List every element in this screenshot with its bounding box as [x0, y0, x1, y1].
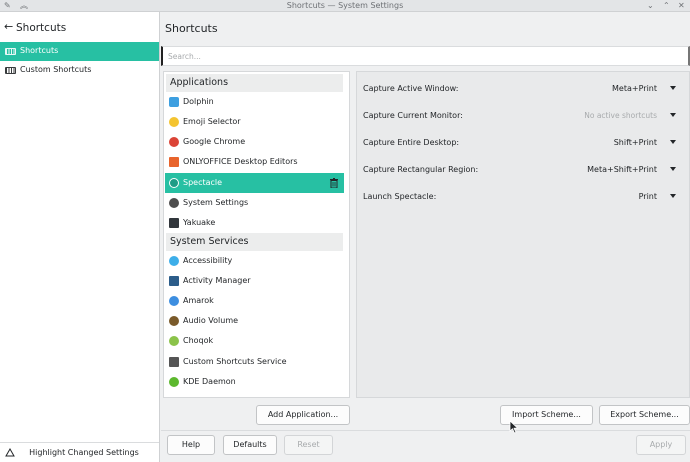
- sidebar-item-label: Custom Shortcuts: [20, 65, 92, 74]
- apply-button[interactable]: Apply: [636, 435, 686, 455]
- list-item-kde-daemon[interactable]: KDE Daemon: [165, 372, 344, 392]
- list-item-dolphin[interactable]: Dolphin: [165, 92, 344, 112]
- chrome-icon: [169, 137, 179, 147]
- shortcut-label: Capture Entire Desktop:: [363, 138, 460, 147]
- keyboard-icon: [169, 357, 179, 367]
- list-item-label: Accessibility: [183, 256, 233, 265]
- defaults-button[interactable]: Defaults: [223, 435, 277, 455]
- search-input[interactable]: [161, 46, 690, 66]
- add-application-button[interactable]: Add Application...: [256, 405, 350, 425]
- sidebar-item-shortcuts[interactable]: Shortcuts: [0, 42, 159, 61]
- emoji-icon: [169, 117, 179, 127]
- list-item-label: Custom Shortcuts Service: [183, 357, 287, 366]
- list-item-audio-volume[interactable]: Audio Volume: [165, 311, 344, 331]
- list-item-amarok[interactable]: Amarok: [165, 291, 344, 311]
- list-item-yakuake[interactable]: Yakuake: [165, 213, 344, 233]
- sidebar-header: ← Shortcuts: [0, 12, 159, 42]
- list-item-label: ONLYOFFICE Desktop Editors: [183, 157, 298, 166]
- list-item-label: KDE Daemon: [183, 377, 236, 386]
- window-title: Shortcuts — System Settings: [286, 1, 404, 10]
- list-item-custom-shortcuts-service[interactable]: Custom Shortcuts Service: [165, 352, 344, 372]
- chevron-down-icon[interactable]: [670, 86, 676, 90]
- back-arrow-icon[interactable]: ←: [4, 20, 13, 33]
- choqok-icon: [169, 336, 179, 346]
- chevron-down-icon[interactable]: [670, 167, 676, 171]
- spectacle-icon: [169, 178, 179, 188]
- list-item-label: Google Chrome: [183, 137, 246, 146]
- window-titlebar: ✎ ︽ Shortcuts — System Settings ⌄ ⌃ ✕: [0, 0, 690, 12]
- shortcut-label: Capture Active Window:: [363, 84, 459, 93]
- list-item-label: Audio Volume: [183, 316, 239, 325]
- onlyoffice-icon: [169, 157, 179, 167]
- component-list: Applications Dolphin Emoji Selector Goog…: [163, 71, 350, 398]
- list-item-choqok[interactable]: Choqok: [165, 331, 344, 351]
- list-item-label: System Settings: [183, 198, 249, 207]
- system-settings-icon: [169, 198, 179, 208]
- list-item-label: Yakuake: [183, 218, 216, 227]
- sidebar-title: Shortcuts: [16, 22, 67, 34]
- list-item-accessibility[interactable]: Accessibility: [165, 251, 344, 271]
- accessibility-icon: [169, 256, 179, 266]
- list-item-label: Emoji Selector: [183, 117, 241, 126]
- section-header-system-services: System Services: [166, 233, 343, 251]
- reset-button[interactable]: Reset: [284, 435, 333, 455]
- shortcut-row: Capture Active Window: Meta+Print: [357, 78, 689, 98]
- audio-volume-icon: [169, 316, 179, 326]
- export-scheme-button[interactable]: Export Scheme...: [599, 405, 690, 425]
- list-item-spectacle[interactable]: Spectacle: [165, 173, 344, 193]
- list-item-label: Spectacle: [183, 178, 223, 187]
- keyboard-icon: [5, 48, 16, 55]
- kde-daemon-icon: [169, 377, 179, 387]
- close-icon[interactable]: ✕: [678, 1, 685, 11]
- list-item-system-settings[interactable]: System Settings: [165, 193, 344, 213]
- shortcut-label: Capture Rectangular Region:: [363, 165, 479, 174]
- list-item-google-chrome[interactable]: Google Chrome: [165, 132, 344, 152]
- shortcut-label: Launch Spectacle:: [363, 192, 437, 201]
- section-header-applications: Applications: [166, 74, 343, 92]
- trash-icon[interactable]: [330, 178, 338, 188]
- sidebar-item-label: Shortcuts: [20, 46, 59, 55]
- chevron-down-icon[interactable]: [670, 194, 676, 198]
- sidebar-item-custom-shortcuts[interactable]: Custom Shortcuts: [0, 61, 159, 80]
- mouse-cursor-icon: [509, 420, 519, 434]
- amarok-icon: [169, 296, 179, 306]
- highlight-changed-settings-label: Highlight Changed Settings: [29, 448, 139, 457]
- list-item-emoji-selector[interactable]: Emoji Selector: [165, 112, 344, 132]
- list-item-label: Amarok: [183, 296, 214, 305]
- dolphin-icon: [169, 97, 179, 107]
- shortcut-value[interactable]: Shift+Print: [614, 138, 657, 147]
- sidebar: ← Shortcuts Shortcuts Custom Shortcuts H…: [0, 12, 160, 462]
- shortcut-label: Capture Current Monitor:: [363, 111, 463, 120]
- shortcut-value[interactable]: Print: [639, 192, 657, 201]
- shortcut-value[interactable]: Meta+Shift+Print: [587, 165, 657, 174]
- chevron-down-icon[interactable]: [670, 140, 676, 144]
- list-item-label: Choqok: [183, 336, 214, 345]
- minimize-icon[interactable]: ⌄: [647, 1, 654, 11]
- chevron-down-icon[interactable]: [670, 113, 676, 117]
- help-button[interactable]: Help: [167, 435, 215, 455]
- shortcut-value[interactable]: No active shortcuts: [584, 111, 657, 120]
- shortcut-row: Capture Entire Desktop: Shift+Print: [357, 132, 689, 152]
- shortcut-row: Capture Rectangular Region: Meta+Shift+P…: [357, 159, 689, 179]
- yakuake-icon: [169, 218, 179, 228]
- shortcuts-panel: Capture Active Window: Meta+Print Captur…: [356, 71, 690, 398]
- list-item-label: Activity Manager: [183, 276, 251, 285]
- activity-manager-icon: [169, 276, 179, 286]
- maximize-icon[interactable]: ⌃: [663, 1, 670, 11]
- list-item-onlyoffice[interactable]: ONLYOFFICE Desktop Editors: [165, 152, 344, 172]
- shortcut-row: Launch Spectacle: Print: [357, 186, 689, 206]
- shortcut-row: Capture Current Monitor: No active short…: [357, 105, 689, 125]
- page-title: Shortcuts: [165, 22, 218, 35]
- shortcut-value[interactable]: Meta+Print: [612, 84, 657, 93]
- list-item-activity-manager[interactable]: Activity Manager: [165, 271, 344, 291]
- keyboard-icon: [5, 67, 16, 74]
- list-item-label: Dolphin: [183, 97, 214, 106]
- highlight-changed-settings-button[interactable]: Highlight Changed Settings: [0, 442, 159, 462]
